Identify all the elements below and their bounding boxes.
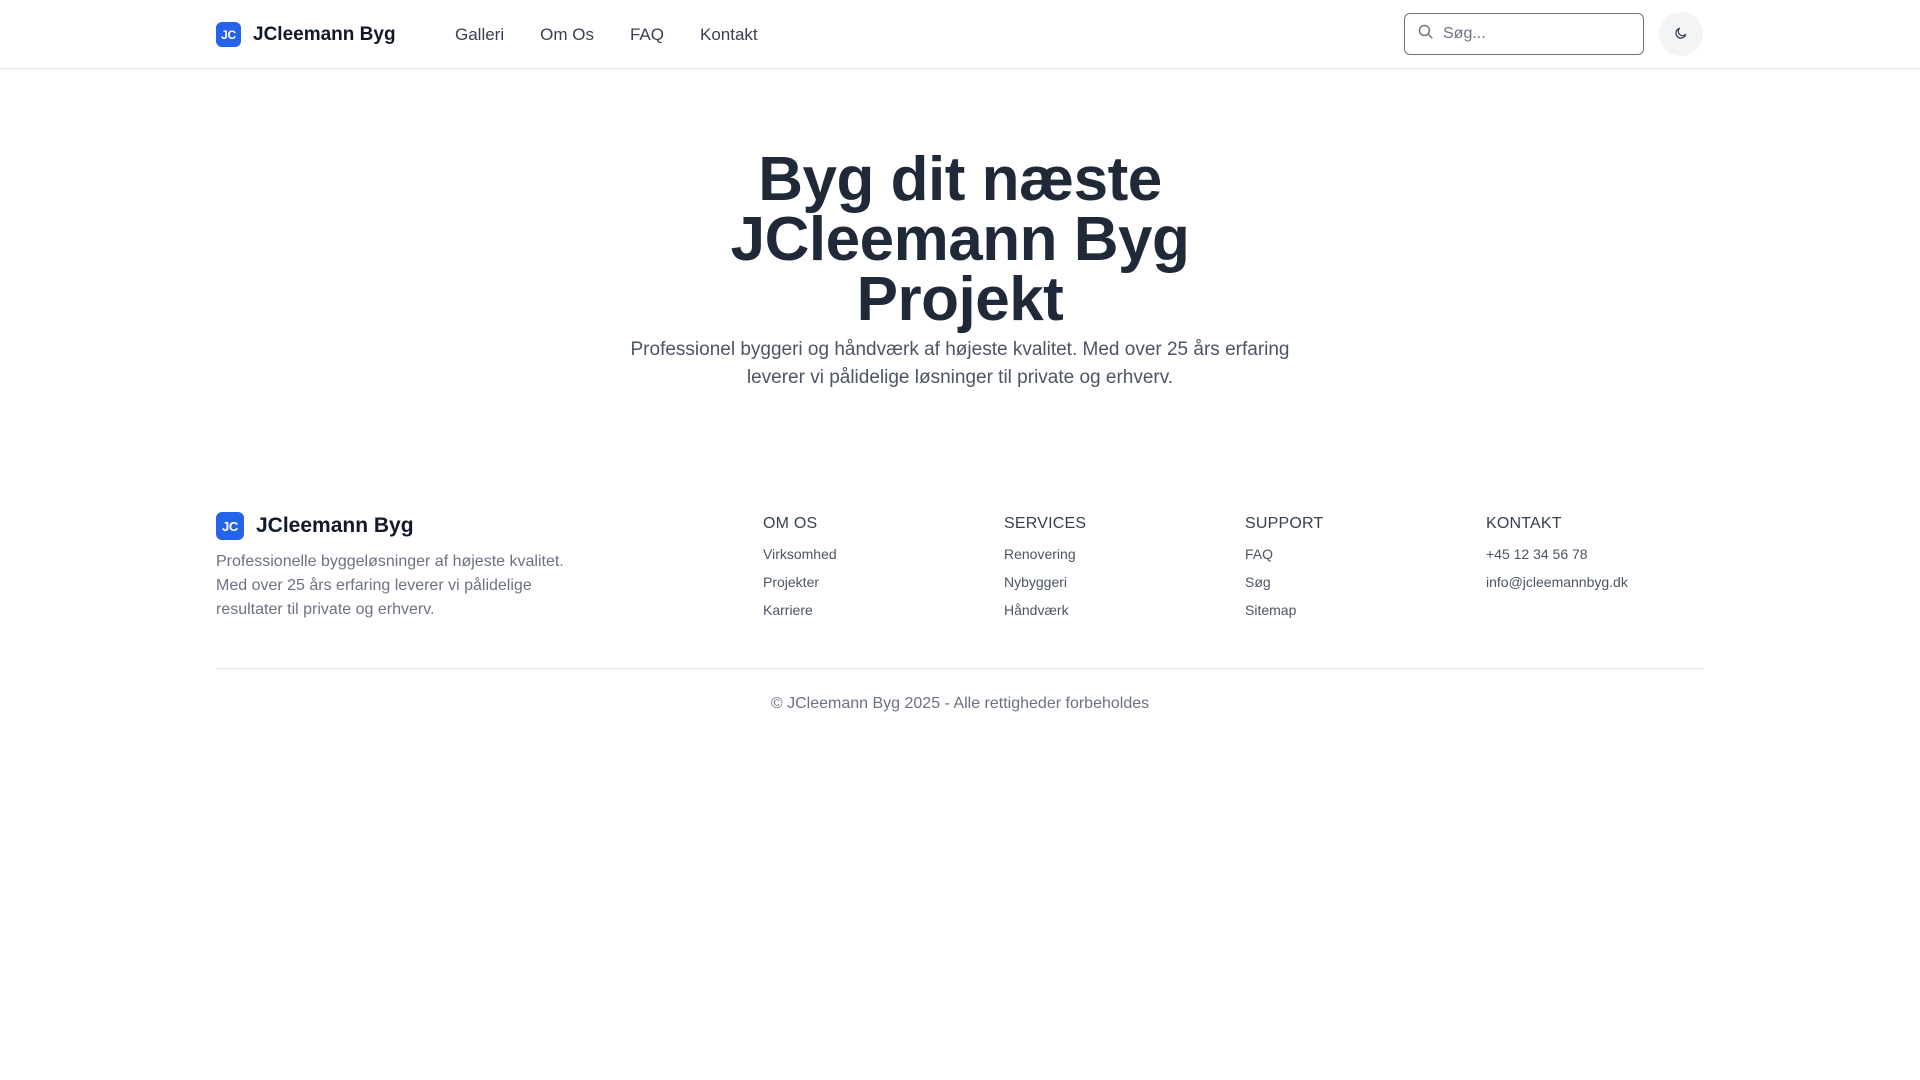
footer-description: Professionelle byggeløsninger af højeste… bbox=[216, 553, 564, 618]
hero-title-line: Byg dit næste bbox=[758, 145, 1162, 214]
footer-link-phone[interactable]: +45 12 34 56 78 bbox=[1486, 546, 1588, 562]
brand-name: JCleemann Byg bbox=[253, 23, 396, 45]
footer-link-karriere[interactable]: Karriere bbox=[763, 602, 813, 618]
copyright-text: © JCleemann Byg 2025 - Alle rettigheder … bbox=[770, 695, 1150, 712]
hero-subtitle-line: Professionel byggeri og håndværk af høje… bbox=[630, 339, 1290, 360]
hero-title-line: Projekt bbox=[856, 265, 1064, 334]
main-nav: Galleri Om Os FAQ Kontakt bbox=[455, 22, 758, 47]
footer-brand-name: JCleemann Byg bbox=[256, 514, 414, 537]
hero-subtitle: Professionel byggeri og håndværk af høje… bbox=[610, 336, 1310, 392]
logo-badge: JC bbox=[216, 22, 241, 47]
footer-link-email[interactable]: info@jcleemannbyg.dk bbox=[1486, 574, 1628, 590]
moon-icon bbox=[1674, 26, 1688, 43]
footer-link-renovering[interactable]: Renovering bbox=[1004, 546, 1076, 562]
hero-title-line: JCleemann Byg bbox=[730, 205, 1190, 274]
search-box[interactable] bbox=[1404, 13, 1644, 55]
hero-subtitle-line: leverer vi pålidelige løsninger til priv… bbox=[746, 367, 1174, 388]
footer-link-nybyggeri[interactable]: Nybyggeri bbox=[1004, 574, 1067, 590]
nav-link-galleri[interactable]: Galleri bbox=[455, 25, 504, 45]
footer-col-heading: KONTAKT bbox=[1486, 515, 1562, 532]
theme-toggle-button[interactable] bbox=[1659, 12, 1703, 56]
footer-link-virksomhed[interactable]: Virksomhed bbox=[763, 546, 837, 562]
footer-col-heading: OM OS bbox=[763, 515, 818, 532]
footer-link-haandvaerk[interactable]: Håndværk bbox=[1004, 602, 1069, 618]
footer-col-heading: SERVICES bbox=[1004, 515, 1087, 532]
footer-col-services: SERVICES Renovering Nybyggeri Håndværk bbox=[1004, 514, 1086, 629]
search-icon bbox=[1417, 23, 1434, 45]
footer-col-kontakt: KONTAKT +45 12 34 56 78 info@jcleemannby… bbox=[1486, 514, 1628, 601]
footer-link-faq[interactable]: FAQ bbox=[1245, 546, 1273, 562]
brand-home-link[interactable]: JC JCleemann Byg bbox=[216, 22, 396, 47]
footer-link-soeg[interactable]: Søg bbox=[1245, 574, 1271, 590]
footer-logo-badge: JC bbox=[216, 512, 244, 540]
footer-link-projekter[interactable]: Projekter bbox=[763, 574, 819, 590]
site-header: JC JCleemann Byg Galleri Om Os FAQ Konta… bbox=[0, 0, 1920, 69]
hero-section: Byg dit næste JCleemann Byg Projekt Prof… bbox=[0, 149, 1920, 392]
footer-col-om-os: OM OS Virksomhed Projekter Karriere bbox=[763, 514, 837, 629]
footer-link-sitemap[interactable]: Sitemap bbox=[1245, 602, 1296, 618]
footer-divider bbox=[216, 668, 1704, 669]
nav-link-faq[interactable]: FAQ bbox=[630, 25, 664, 45]
footer-col-heading: SUPPORT bbox=[1245, 515, 1324, 532]
hero-title: Byg dit næste JCleemann Byg Projekt bbox=[700, 149, 1220, 331]
footer-brand: JC JCleemann Byg Professionelle byggeløs… bbox=[216, 512, 616, 622]
nav-link-kontakt[interactable]: Kontakt bbox=[700, 25, 758, 45]
footer-col-support: SUPPORT FAQ Søg Sitemap bbox=[1245, 514, 1323, 629]
nav-link-om-os[interactable]: Om Os bbox=[540, 25, 594, 45]
search-input[interactable] bbox=[1443, 25, 1623, 43]
